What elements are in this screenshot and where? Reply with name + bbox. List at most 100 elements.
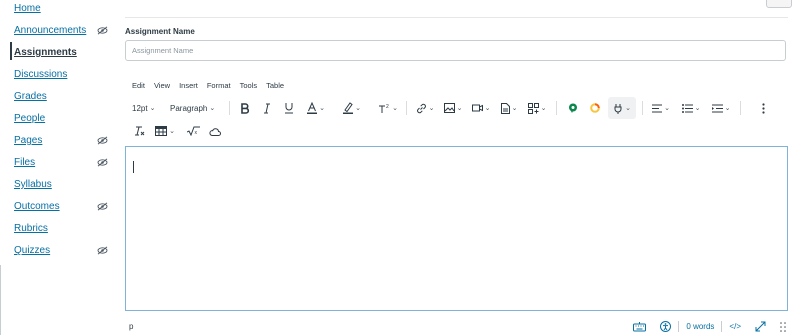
underline-icon (285, 103, 293, 114)
sidebar-item-outcomes[interactable]: Outcomes (14, 201, 60, 212)
image-icon (443, 103, 455, 113)
clear-formatting-button[interactable] (132, 121, 146, 141)
font-size-dropdown[interactable]: 12pt ⌄ (132, 97, 155, 119)
chevron-down-icon: ⌄ (625, 105, 631, 112)
hidden-eye-icon (97, 158, 108, 167)
indent-dropdown[interactable]: ⌄ (710, 97, 732, 119)
superscript-icon: 2 (379, 104, 389, 113)
bold-button[interactable] (238, 97, 252, 119)
menu-view[interactable]: View (154, 81, 170, 90)
italic-icon (264, 103, 270, 113)
assignment-name-label: Assignment Name (125, 27, 195, 36)
hidden-eye-icon (97, 26, 108, 35)
hidden-eye-icon (97, 136, 108, 145)
more-options-button[interactable] (758, 97, 768, 119)
cloud-upload-button[interactable] (208, 121, 222, 141)
text-color-button[interactable]: ⌄ (304, 97, 328, 119)
plugins-dropdown[interactable]: ⌄ (608, 97, 636, 119)
sidebar-item-people[interactable]: People (14, 113, 45, 124)
document-button[interactable]: ⌄ (498, 97, 520, 119)
menu-tools[interactable]: Tools (240, 81, 258, 90)
word-count-button[interactable]: 0 words (679, 320, 721, 333)
html-editor-toggle[interactable]: </> (722, 320, 748, 333)
editor-toolbar-row2: ⌄ x (130, 121, 330, 141)
hidden-eye-icon (97, 246, 108, 255)
underline-button[interactable] (282, 97, 296, 119)
block-format-dropdown[interactable]: Paragraph ⌄ (170, 97, 215, 119)
chevron-down-icon: ⌄ (319, 105, 325, 112)
chevron-down-icon: ⌄ (149, 105, 156, 112)
editor-menubar: Edit View Insert Format Tools Table (132, 81, 284, 90)
toolbar-separator (406, 101, 407, 115)
apps-button[interactable]: ⌄ (526, 97, 548, 119)
left-border (0, 265, 1, 335)
toolbar-separator (556, 101, 557, 115)
sidebar-item-assignments[interactable]: Assignments (14, 47, 77, 58)
resize-handle[interactable] (773, 320, 788, 333)
rich-text-editor[interactable] (125, 146, 788, 311)
align-dropdown[interactable]: ⌄ (650, 97, 672, 119)
menu-table[interactable]: Table (266, 81, 284, 90)
text-color-icon (307, 102, 318, 114)
equation-button[interactable]: x (186, 121, 200, 141)
menu-insert[interactable]: Insert (179, 81, 198, 90)
top-right-button[interactable] (766, 0, 792, 8)
bullet-list-icon (681, 103, 693, 113)
bullet-list-dropdown[interactable]: ⌄ (680, 97, 702, 119)
media-button[interactable]: ⌄ (470, 97, 492, 119)
plug-icon (614, 103, 622, 114)
sidebar-item-syllabus[interactable]: Syllabus (14, 179, 52, 190)
speech-bubble-icon (569, 103, 577, 113)
assignment-name-input[interactable] (125, 40, 786, 61)
drag-handle-icon (780, 321, 786, 332)
link-icon (416, 103, 426, 113)
highlight-color-button[interactable]: ⌄ (340, 97, 364, 119)
chevron-down-icon: ⌄ (355, 105, 361, 112)
italic-button[interactable] (260, 97, 274, 119)
accessibility-icon (660, 321, 672, 332)
toolbar-separator (642, 101, 643, 115)
accessibility-checker-button[interactable] (653, 320, 678, 333)
sidebar-item-discussions[interactable]: Discussions (14, 69, 67, 80)
fullscreen-button[interactable] (748, 320, 773, 333)
image-button[interactable]: ⌄ (442, 97, 464, 119)
chevron-down-icon: ⌄ (664, 105, 670, 112)
menu-format[interactable]: Format (207, 81, 231, 90)
sidebar-item-grades[interactable]: Grades (14, 91, 47, 102)
cloud-icon (209, 127, 221, 136)
ring-icon (590, 103, 600, 113)
link-button[interactable]: ⌄ (414, 97, 436, 119)
table-dropdown[interactable]: ⌄ (152, 121, 178, 141)
toolbar-separator (229, 101, 230, 115)
table-icon (155, 126, 168, 136)
media-icon (471, 104, 483, 112)
keyboard-shortcuts-button[interactable] (626, 320, 653, 333)
sidebar-item-announcements[interactable]: Announcements (14, 25, 86, 36)
document-icon (500, 102, 510, 114)
hidden-eye-icon (97, 202, 108, 211)
chevron-down-icon: ⌄ (392, 105, 398, 112)
chevron-down-icon: ⌄ (724, 105, 731, 112)
element-path[interactable]: p (129, 322, 133, 331)
block-format-value: Paragraph (170, 103, 208, 113)
menu-edit[interactable]: Edit (132, 81, 145, 90)
toolbar-separator (740, 101, 741, 115)
sidebar-item-rubrics[interactable]: Rubrics (14, 223, 48, 234)
chevron-down-icon: ⌄ (209, 105, 216, 112)
chevron-down-icon: ⌄ (456, 105, 463, 112)
lti-tool-green-button[interactable] (566, 97, 580, 119)
superscript-button[interactable]: 2 ⌄ (376, 97, 400, 119)
lti-tool-orange-button[interactable] (588, 97, 602, 119)
sidebar-item-files[interactable]: Files (14, 157, 35, 168)
sidebar-item-quizzes[interactable]: Quizzes (14, 245, 50, 256)
bold-icon (241, 102, 250, 114)
course-navigation: Home Announcements Assignments Discussio… (0, 0, 118, 335)
chevron-down-icon: ⌄ (540, 105, 547, 112)
sidebar-item-pages[interactable]: Pages (14, 135, 42, 146)
editor-toolbar: 12pt ⌄ Paragraph ⌄ ⌄ ⌄ 2 ⌄ ⌄ ⌄ ⌄ ⌄ ⌄ ⌄ ⌄… (130, 97, 786, 119)
chevron-down-icon: ⌄ (484, 105, 491, 112)
indent-icon (711, 104, 723, 112)
editor-statusbar: p 0 words </> (125, 318, 788, 335)
sidebar-item-home[interactable]: Home (14, 3, 41, 14)
active-indicator (10, 42, 12, 60)
